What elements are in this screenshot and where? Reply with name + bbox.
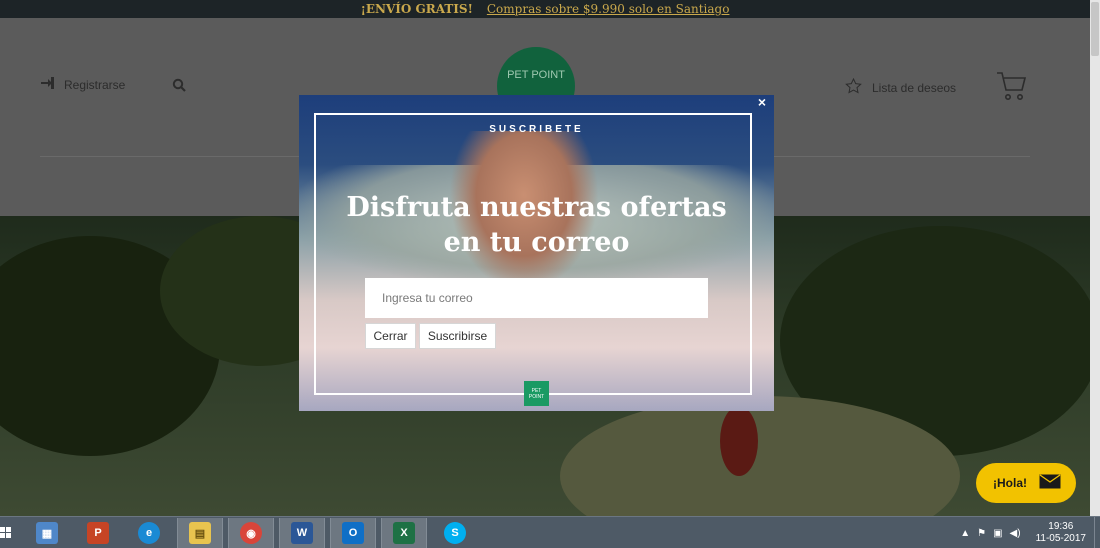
taskbar-app-file-explorer[interactable]: ▤ (177, 518, 223, 548)
taskbar-app-outlook[interactable]: O (330, 518, 376, 548)
modal-kicker: SUSCRIBETE (489, 124, 584, 135)
excel-icon: X (393, 522, 415, 544)
modal-title-line2: en tu correo (443, 227, 630, 258)
figure-shape (720, 406, 758, 476)
logo-text: PET POINT (507, 69, 565, 81)
vertical-scrollbar[interactable] (1090, 0, 1100, 516)
taskbar-app-excel[interactable]: X (381, 518, 427, 548)
clock-time: 19:36 (1048, 521, 1074, 532)
volume-icon[interactable]: ◀) (1010, 528, 1021, 539)
register-label: Registrarse (64, 77, 126, 92)
close-icon[interactable]: × (755, 95, 769, 109)
folder-icon: ▤ (189, 522, 211, 544)
search-icon[interactable] (172, 78, 186, 97)
internet-explorer-icon: e (138, 522, 160, 544)
taskbar-app-powerpoint[interactable]: P (75, 518, 121, 548)
network-icon[interactable]: ▣ (993, 528, 1002, 539)
taskbar-app-skype[interactable]: S (432, 518, 478, 548)
skype-icon: S (444, 522, 466, 544)
wishlist-link[interactable]: Lista de deseos (845, 77, 957, 97)
system-tray: ▲ ⚑ ▣ ◀) 19:36 11-05-2017 (960, 517, 1086, 548)
tray-expand-icon[interactable]: ▲ (960, 528, 970, 539)
chat-label: ¡Hola! (993, 476, 1027, 490)
flag-icon[interactable]: ⚑ (977, 528, 986, 539)
windows-taskbar: ▦ P e ▤ ◉ W O X S ▲ ⚑ ▣ ◀) 19:36 11-05-2… (0, 516, 1100, 548)
cart-icon[interactable] (996, 70, 1028, 107)
chrome-icon: ◉ (240, 522, 262, 544)
sign-in-icon (40, 77, 54, 92)
show-desktop-button[interactable] (1094, 517, 1100, 548)
scrollbar-thumb[interactable] (1091, 2, 1099, 56)
calculator-icon: ▦ (36, 522, 58, 544)
envelope-icon (1039, 474, 1061, 492)
word-icon: W (291, 522, 313, 544)
register-link[interactable]: Registrarse (40, 77, 125, 92)
modal-logo: PET POINT (524, 381, 549, 406)
email-input[interactable] (365, 278, 708, 318)
close-button[interactable]: Cerrar (365, 323, 416, 349)
modal-title: Disfruta nuestras ofertas en tu correo (329, 190, 744, 260)
promo-link[interactable]: Compras sobre $9.990 solo en Santiago (487, 2, 730, 16)
powerpoint-icon: P (87, 522, 109, 544)
promo-bar: ¡ENVÍO GRATIS! Compras sobre $9.990 solo… (0, 0, 1090, 18)
taskbar-app-internet-explorer[interactable]: e (126, 518, 172, 548)
star-icon (845, 77, 862, 97)
taskbar-app-chrome[interactable]: ◉ (228, 518, 274, 548)
taskbar-app-calculator[interactable]: ▦ (24, 518, 70, 548)
chat-button[interactable]: ¡Hola! (976, 463, 1076, 503)
wishlist-label: Lista de deseos (872, 80, 957, 95)
modal-title-line1: Disfruta nuestras ofertas (346, 192, 727, 223)
promo-headline: ¡ENVÍO GRATIS! (360, 2, 473, 16)
subscribe-button[interactable]: Suscribirse (419, 323, 496, 349)
start-button[interactable] (0, 517, 14, 548)
clock-date: 11-05-2017 (1035, 533, 1086, 544)
taskbar-app-word[interactable]: W (279, 518, 325, 548)
clock[interactable]: 19:36 11-05-2017 (1036, 521, 1086, 545)
outlook-icon: O (342, 522, 364, 544)
